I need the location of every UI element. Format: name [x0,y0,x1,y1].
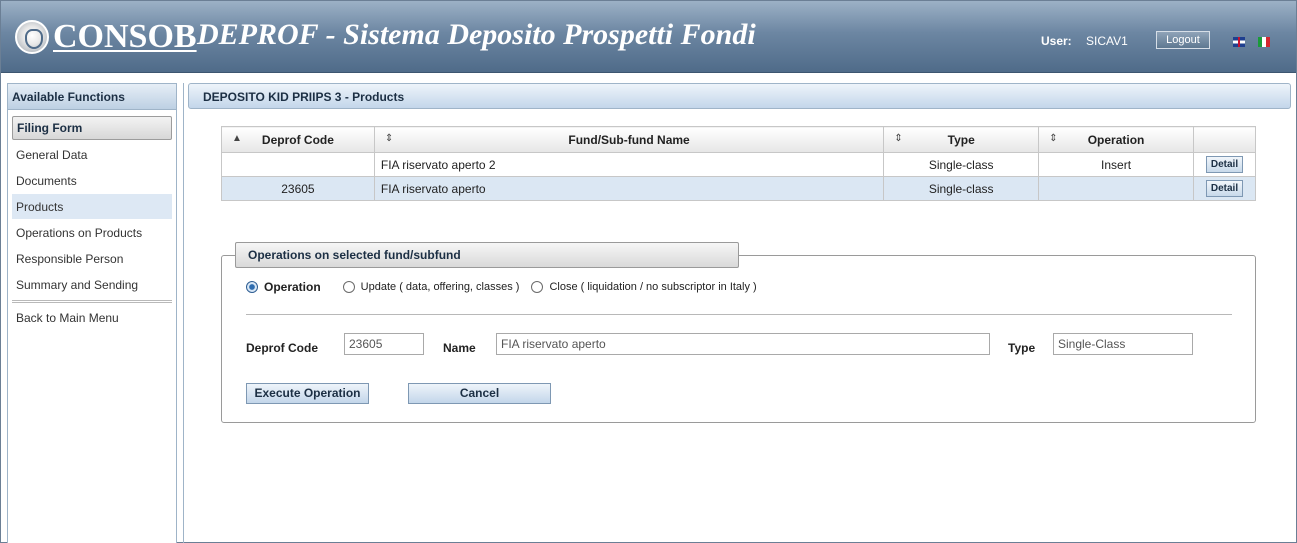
radio-update-label: Update ( data, offering, classes ) [360,281,520,293]
cell-operation: Insert [1038,152,1194,177]
sidebar-item-back-to-main-menu[interactable]: Back to Main Menu [12,305,172,331]
sidebar-item-documents[interactable]: Documents [12,168,172,194]
products-table: ▲ Deprof Code ⇕ Fund/Sub-fund Name ⇕ Typ… [221,126,1257,201]
cell-operation [1038,176,1194,201]
column-header-action [1192,126,1257,153]
deprof-code-field[interactable]: 23605 [344,333,424,355]
operation-radio-group: Operation Update ( data, offering, class… [246,280,769,294]
column-label: Fund/Sub-fund Name [568,132,690,147]
divider [246,314,1232,315]
sidebar-item-summary-and-sending[interactable]: Summary and Sending [12,272,172,298]
page-title: DEPOSITO KID PRIIPS 3 - Products [188,83,1291,109]
cell-type: Single-class [883,152,1040,177]
sidebar-item-products[interactable]: Products [12,194,172,220]
type-field[interactable]: Single-Class [1053,333,1193,355]
table-header-row: ▲ Deprof Code ⇕ Fund/Sub-fund Name ⇕ Typ… [221,126,1257,153]
type-label: Type [1008,341,1036,355]
logout-button[interactable]: Logout [1156,31,1210,49]
english-flag-icon[interactable] [1233,37,1245,47]
detail-button[interactable]: Detail [1205,156,1244,173]
cancel-button[interactable]: Cancel [408,383,551,404]
sidebar-item-responsible-person[interactable]: Responsible Person [12,246,172,272]
name-field[interactable]: FIA riservato aperto [496,333,990,355]
app-header: CONSOB DEPROF - Sistema Deposito Prospet… [1,1,1296,73]
cell-type: Single-class [883,176,1040,201]
deprof-code-label: Deprof Code [246,341,318,355]
table-row[interactable]: 23605 FIA riservato aperto Single-class … [221,176,1257,201]
table-row[interactable]: FIA riservato aperto 2 Single-class Inse… [221,152,1257,177]
logo-text: CONSOB [53,18,197,55]
sidebar-divider [12,300,172,303]
column-header-type[interactable]: ⇕ Type [883,126,1040,153]
cell-action: Detail [1192,152,1257,177]
radio-close-label: Close ( liquidation / no subscriptor in … [549,281,757,293]
sidebar-item-general-data[interactable]: General Data [12,142,172,168]
cell-action: Detail [1192,176,1257,201]
cell-fund-name: FIA riservato aperto 2 [373,152,885,177]
sidebar-heading: Available Functions [8,84,176,110]
name-label: Name [443,341,476,355]
radio-operation-label: Operation [264,280,321,294]
user-label: User: [1041,34,1072,48]
operations-legend: Operations on selected fund/subfund [235,242,739,268]
column-label: Type [947,132,975,147]
app-title: DEPROF - Sistema Deposito Prospetti Fond… [197,18,756,51]
radio-close[interactable] [531,281,544,293]
detail-button[interactable]: Detail [1205,180,1244,197]
execute-operation-button[interactable]: Execute Operation [246,383,369,404]
sort-icon: ⇕ [894,133,903,144]
radio-update[interactable] [342,281,355,293]
cell-deprof-code [221,152,375,177]
sidebar: Available Functions Filing Form General … [7,83,177,543]
column-header-operation[interactable]: ⇕ Operation [1038,126,1194,153]
sort-icon: ⇕ [384,133,394,144]
cell-deprof-code: 23605 [221,176,375,201]
sort-icon: ⇕ [1049,133,1058,144]
sidebar-item-operations-on-products[interactable]: Operations on Products [12,220,172,246]
consob-logo[interactable]: CONSOB [15,15,197,59]
column-label: Operation [1087,132,1145,147]
cell-fund-name: FIA riservato aperto [373,176,885,201]
user-name: SICAV1 [1086,34,1128,48]
column-header-fund-name[interactable]: ⇕ Fund/Sub-fund Name [373,126,885,153]
seal-icon [15,20,49,54]
sort-ascending-icon: ▲ [232,133,242,144]
column-header-deprof-code[interactable]: ▲ Deprof Code [221,126,375,153]
column-label: Deprof Code [261,132,334,147]
sidebar-section-filing-form[interactable]: Filing Form [12,116,172,140]
radio-operation[interactable] [246,281,258,293]
italian-flag-icon[interactable] [1258,37,1270,47]
main-panel: DEPOSITO KID PRIIPS 3 - Products ▲ Depro… [183,83,1291,543]
